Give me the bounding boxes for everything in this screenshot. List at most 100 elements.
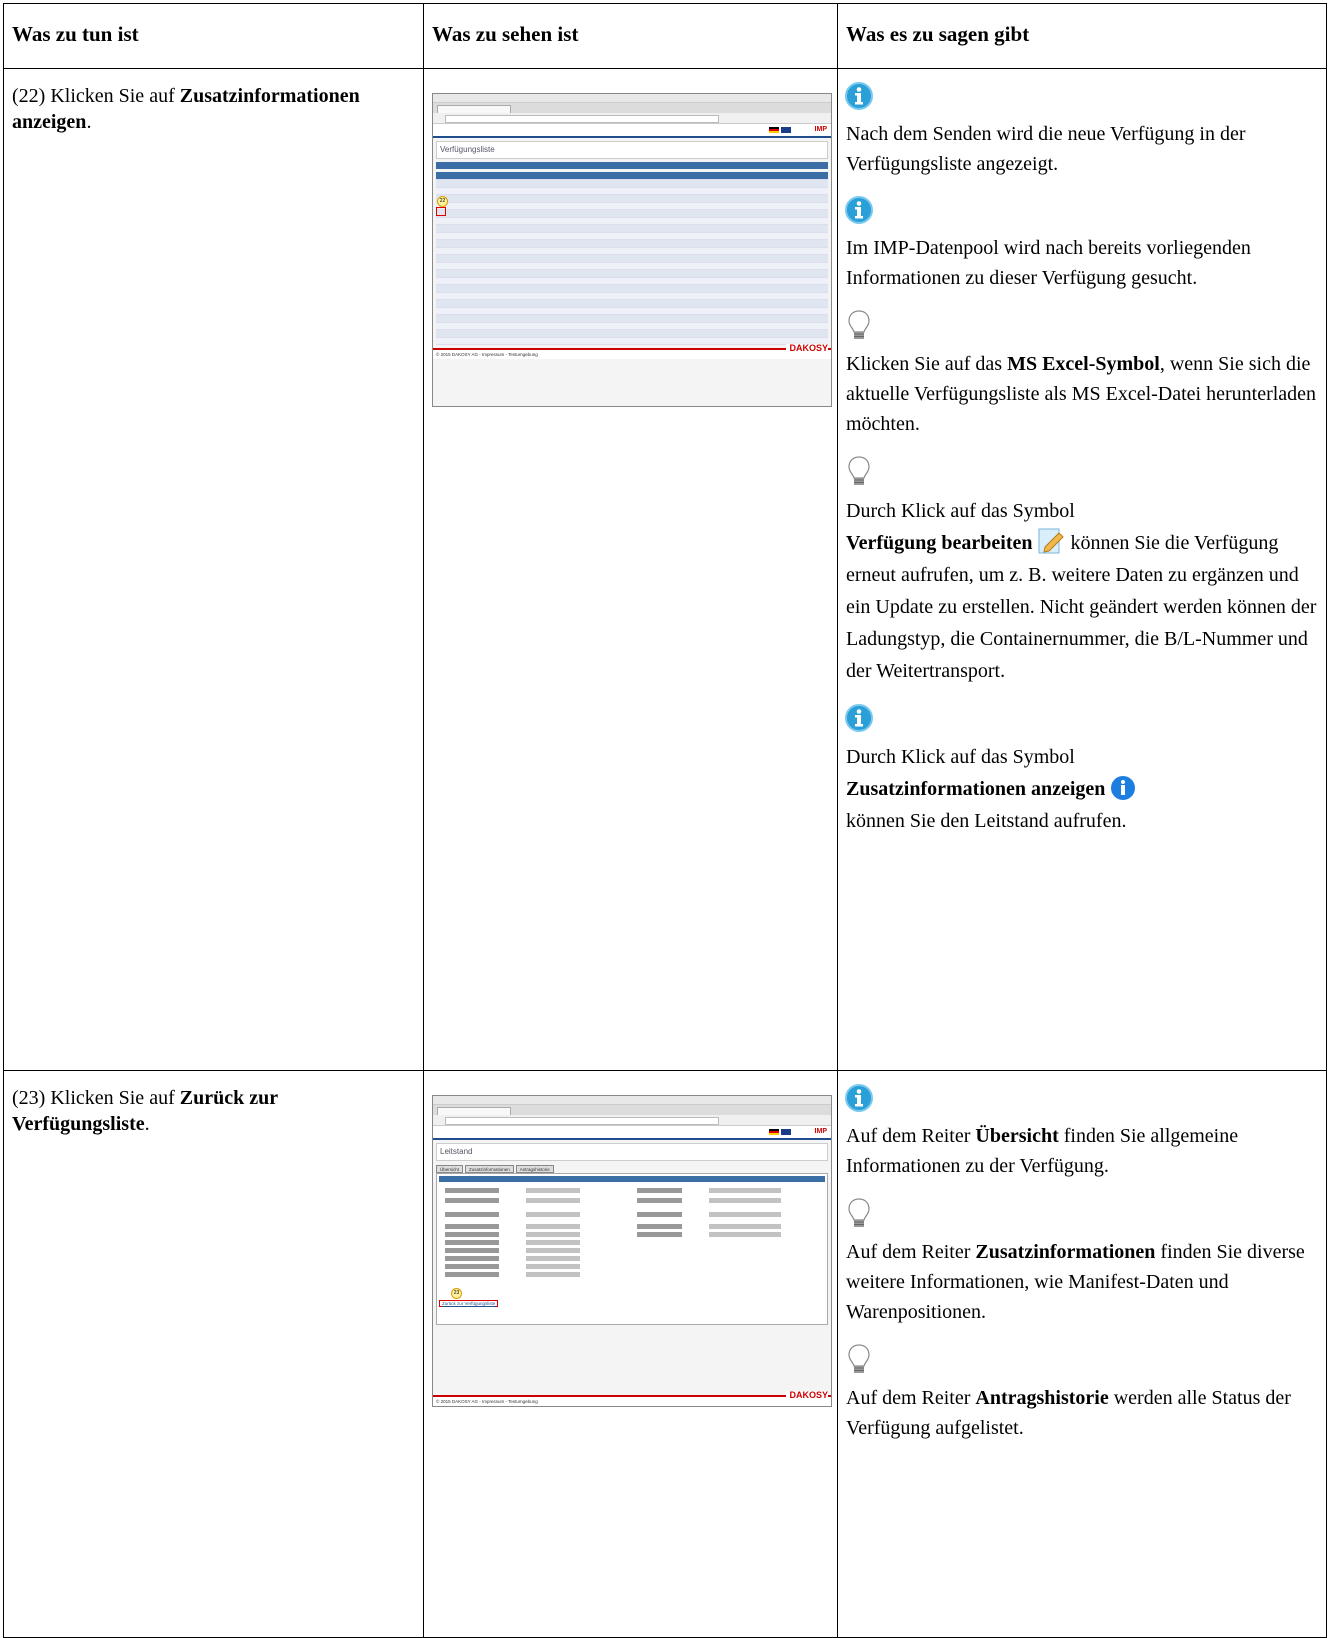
note-text: Klicken Sie auf das MS Excel-Symbol, wen… [838, 349, 1326, 439]
field-row [445, 1256, 625, 1261]
back-link[interactable]: Zurück zur Verfügungsliste [439, 1300, 499, 1307]
note-bold: Übersicht [975, 1125, 1059, 1147]
list-table-row [436, 277, 828, 285]
list-table-row [436, 330, 828, 338]
header-see: Was zu sehen ist [432, 22, 579, 46]
screenshot-footer: © 2015 DAKOSY AG - Impressum - Testumgeb… [433, 1391, 831, 1406]
step-row-22: (22) Klicken Sie auf Zusatzinformationen… [3, 68, 1327, 1071]
browser-menubar [433, 1096, 831, 1105]
step-row-23: (23) Klicken Sie auf Zurück zur Verfügun… [3, 1070, 1327, 1638]
highlight-box [436, 207, 446, 216]
imp-logo: IMP [814, 1128, 827, 1135]
list-table-row [436, 217, 828, 225]
info-icon [845, 196, 873, 224]
note-5: Durch Klick auf das Symbol Zusatzinforma… [838, 703, 1326, 837]
list-table-row [436, 210, 828, 218]
list-table-row [436, 270, 828, 278]
imp-logo: IMP [814, 126, 827, 133]
list-title: Verfügungsliste [436, 141, 828, 159]
list-table-row [436, 232, 828, 240]
list-table-header [436, 172, 828, 180]
info-icon [845, 1084, 873, 1112]
list-table-row [436, 247, 828, 255]
note-text: Auf dem Reiter Zusatzinformationen finde… [838, 1237, 1326, 1327]
field-row [445, 1188, 625, 1193]
list-table-row [436, 180, 828, 188]
filter-bar [436, 162, 828, 169]
step-cell: (22) Klicken Sie auf Zusatzinformationen… [3, 68, 424, 1071]
header-cell-see: Was zu sehen ist [423, 3, 838, 69]
header-todo: Was zu tun ist [12, 22, 139, 46]
field-row [445, 1272, 625, 1277]
step-cell: (23) Klicken Sie auf Zurück zur Verfügun… [3, 1070, 424, 1638]
header-cell-todo: Was zu tun ist [3, 3, 424, 69]
field-row [637, 1212, 817, 1217]
note-bold: Zusatzinformationen [975, 1241, 1156, 1263]
field-row [637, 1224, 817, 1229]
field-row [445, 1212, 625, 1217]
note-part: können Sie die Verfügung erneut aufrufen… [846, 532, 1317, 682]
tab-uebersicht[interactable]: Übersicht [436, 1165, 464, 1173]
field-row [445, 1264, 625, 1269]
screenshot-verfuegungsliste: IMP Verfügungsliste © 2015 DAKOSY AG - I… [432, 93, 832, 407]
url-box [445, 1117, 719, 1125]
leitstand-title: Leitstand [436, 1143, 828, 1161]
step-suffix: . [86, 111, 92, 133]
step-text: (22) Klicken Sie auf Zusatzinformationen… [4, 69, 423, 135]
list-table-row [436, 300, 828, 308]
browser-tabbar [433, 1105, 831, 1116]
field-row [637, 1188, 817, 1193]
note-part: Klicken Sie auf das [846, 353, 1008, 375]
lightbulb-icon [848, 310, 870, 339]
tab-zusatzinformationen[interactable]: Zusatzinformationen [465, 1165, 514, 1173]
flag-de-icon [769, 1129, 779, 1135]
browser-urlbar [433, 113, 831, 124]
step-suffix: . [144, 1113, 150, 1135]
browser-menubar [433, 94, 831, 103]
browser-urlbar [433, 1115, 831, 1126]
note-text: Auf dem Reiter Antragshistorie werden al… [838, 1383, 1326, 1443]
note-1: Nach dem Senden wird die neue Verfügung … [838, 81, 1326, 179]
tab-antragshistorie[interactable]: Antragshistorie [515, 1165, 554, 1173]
app-nav: IMP [433, 124, 831, 138]
info-icon [845, 82, 873, 110]
list-table-row [436, 240, 828, 248]
note-text: Auf dem Reiter Übersicht finden Sie allg… [838, 1121, 1326, 1181]
note-1: Auf dem Reiter Übersicht finden Sie allg… [838, 1083, 1326, 1181]
notes-cell: Nach dem Senden wird die neue Verfügung … [837, 68, 1327, 1071]
step-prefix: (22) Klicken Sie auf [12, 85, 180, 107]
screenshot-cell: IMP Verfügungsliste © 2015 DAKOSY AG - I… [423, 68, 838, 1071]
lightbulb-icon [848, 1344, 870, 1373]
note-text: Durch Klick auf das Symbol Verfügung bea… [838, 495, 1326, 687]
note-4: Durch Klick auf das Symbol Verfügung bea… [838, 455, 1326, 687]
field-row [637, 1232, 817, 1237]
list-table-row [436, 195, 828, 203]
note-bold: Antragshistorie [975, 1387, 1109, 1409]
flag-uk-icon [781, 1129, 791, 1135]
list-table-row [436, 285, 828, 293]
header-cell-say: Was es zu sagen gibt [837, 3, 1327, 69]
note-3: Klicken Sie auf das MS Excel-Symbol, wen… [838, 309, 1326, 439]
info-icon [845, 704, 873, 732]
flag-de-icon [769, 127, 779, 133]
header-say: Was es zu sagen gibt [846, 22, 1030, 46]
instruction-table: Was zu tun ist Was zu sehen ist Was es z… [3, 3, 1327, 1638]
footer-text: © 2015 DAKOSY AG - Impressum - Testumgeb… [436, 1399, 538, 1404]
step-marker-22: 22 [437, 196, 448, 207]
note-part: Durch Klick auf das Symbol [846, 746, 1075, 768]
dakosy-logo: DAKOSY [786, 344, 828, 353]
url-box [445, 115, 719, 123]
overview-panel: Zurück zur Verfügungsliste 23 [436, 1173, 828, 1325]
step-marker-23: 23 [451, 1288, 462, 1299]
note-part: Durch Klick auf das Symbol [846, 500, 1075, 522]
step-prefix: (23) Klicken Sie auf [12, 1087, 180, 1109]
edit-document-icon [1038, 528, 1065, 554]
list-table-row [436, 337, 828, 345]
list-table-row [436, 292, 828, 300]
note-part: können Sie den Leitstand aufrufen. [846, 810, 1127, 832]
list-table [436, 172, 828, 345]
dakosy-logo: DAKOSY [786, 1391, 828, 1400]
field-row [445, 1198, 625, 1203]
info-blue-icon [1111, 776, 1136, 800]
field-row [445, 1224, 625, 1229]
